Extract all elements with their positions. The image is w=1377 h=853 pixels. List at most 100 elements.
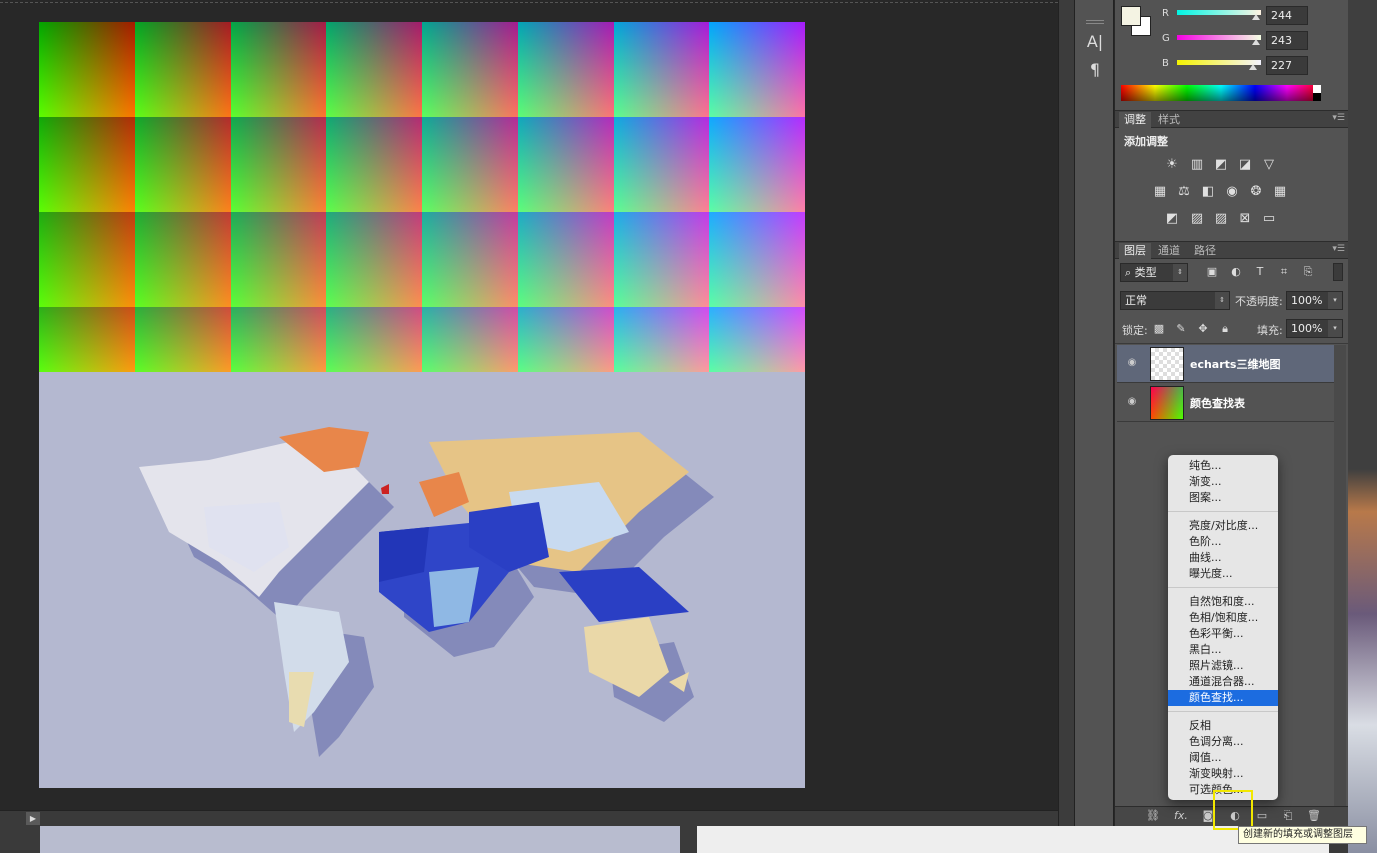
menu-item[interactable]: 照片滤镜... [1168,658,1278,674]
chevron-down-icon[interactable]: ▾ [1328,292,1342,309]
black-white-swatch[interactable] [1313,85,1321,101]
layer-row[interactable]: ◉ echarts三维地图 [1117,345,1334,383]
chevron-down-icon[interactable]: ▾ [1328,320,1342,337]
folder-icon[interactable]: ▭ [1253,809,1271,823]
lock-paint-icon[interactable]: ✎ [1174,322,1188,336]
opacity-input[interactable]: 100% ▾ [1286,291,1343,310]
menu-item[interactable]: 图案... [1168,490,1278,506]
lut-tile [422,212,518,307]
panel-menu-icon[interactable]: ▾☰ [1332,113,1345,123]
menu-item[interactable]: 曝光度... [1168,566,1278,582]
layer-thumbnail [1150,347,1184,381]
opacity-value: 100% [1291,294,1323,307]
layer-filter-select[interactable]: ⌕ 类型 ⇕ [1120,263,1188,282]
channel-mixer-icon[interactable]: ❂ [1246,184,1266,200]
foreground-color-swatch[interactable] [1121,6,1141,26]
menu-item[interactable]: 渐变... [1168,474,1278,490]
fill-input[interactable]: 100% ▾ [1286,319,1343,338]
pixel-filter-icon[interactable]: ▣ [1205,265,1219,279]
panel-menu-icon[interactable]: ▾☰ [1332,244,1345,254]
layer-row[interactable]: ◉ 颜色查找表 [1117,384,1334,422]
menu-item[interactable]: 阈值... [1168,750,1278,766]
lut-tile [517,307,614,372]
invert-icon[interactable]: ◩ [1162,211,1182,227]
tab-paths[interactable]: 路径 [1189,243,1221,259]
blend-mode-select[interactable]: 正常 ⇕ [1120,291,1230,310]
levels-icon[interactable]: ▥ [1187,157,1207,173]
menu-item[interactable]: 色阶... [1168,534,1278,550]
posterize-icon[interactable]: ▨ [1187,211,1207,227]
lock-position-icon[interactable]: ✥ [1196,322,1210,336]
color-lookup-table-image [39,22,805,372]
green-slider-thumb[interactable] [1252,39,1260,45]
green-value-input[interactable]: 243 [1266,31,1308,50]
eye-icon[interactable]: ◉ [1125,396,1139,408]
exposure-icon[interactable]: ◪ [1235,157,1255,173]
brightness-icon[interactable]: ☀ [1162,157,1182,173]
link-icon[interactable]: ⛓ [1144,809,1162,823]
type-filter-icon[interactable]: T [1253,265,1267,279]
scroll-right-icon[interactable]: ▶ [26,812,40,825]
character-panel-icon[interactable]: A| [1084,31,1106,53]
adjustments-panel-header: 调整 样式 ▾☰ [1115,110,1348,128]
menu-item[interactable]: 色调分离... [1168,734,1278,750]
lut-tile [39,22,135,117]
lock-transparent-icon[interactable]: ▩ [1152,322,1166,336]
menu-item[interactable]: 曲线... [1168,550,1278,566]
menu-item[interactable]: 通道混合器... [1168,674,1278,690]
background-map-preview [40,826,680,853]
layer-thumbnail [1150,386,1184,420]
color-balance-icon[interactable]: ⚖ [1174,184,1194,200]
blue-value-input[interactable]: 227 [1266,56,1308,75]
smart-object-filter-icon[interactable]: ⎘ [1301,265,1315,279]
menu-item[interactable]: 自然饱和度... [1168,594,1278,610]
green-slider[interactable] [1177,35,1261,40]
color-spectrum-bar[interactable] [1121,85,1321,101]
selective-color-icon[interactable]: ⊠ [1235,211,1255,227]
tab-adjustments[interactable]: 调整 [1119,112,1151,128]
menu-item[interactable]: 反相 [1168,718,1278,734]
lut-tile [39,307,135,372]
fill-label: 填充: [1257,324,1283,337]
shape-filter-icon[interactable]: ⌗ [1277,265,1291,279]
black-white-icon[interactable]: ◧ [1198,184,1218,200]
panel-divider[interactable] [1058,0,1074,826]
new-layer-icon[interactable]: ⎗ [1279,809,1297,823]
vibrance-icon[interactable]: ▽ [1259,157,1279,173]
red-value-input[interactable]: 244 [1266,6,1308,25]
threshold-icon[interactable]: ▨ [1211,211,1231,227]
curves-icon[interactable]: ◩ [1211,157,1231,173]
filter-toggle[interactable] [1333,263,1343,281]
tab-channels[interactable]: 通道 [1153,243,1185,259]
tab-layers[interactable]: 图层 [1119,243,1151,259]
background-window-white [697,826,1329,853]
lut-tile [613,307,710,372]
document-canvas[interactable] [39,22,805,788]
menu-item[interactable]: 黑白... [1168,642,1278,658]
blue-slider-thumb[interactable] [1249,64,1257,70]
menu-item[interactable]: 色相/饱和度... [1168,610,1278,626]
paragraph-panel-icon[interactable]: ¶ [1084,59,1106,81]
menu-item[interactable]: 颜色查找... [1168,690,1278,706]
red-slider[interactable] [1177,10,1261,15]
trash-icon[interactable]: 🗑︎ [1305,809,1323,823]
photo-filter-icon[interactable]: ◉ [1222,184,1242,200]
menu-item[interactable]: 亮度/对比度... [1168,518,1278,534]
color-lookup-icon[interactable]: ▦ [1270,184,1290,200]
layers-scrollbar[interactable] [1334,345,1346,825]
red-slider-thumb[interactable] [1252,14,1260,20]
lut-tile [709,307,805,372]
adjustment-filter-icon[interactable]: ◐ [1229,265,1243,279]
horizontal-scrollbar[interactable] [0,810,1058,826]
menu-item[interactable]: 纯色... [1168,458,1278,474]
tab-styles[interactable]: 样式 [1153,112,1185,128]
world-map-image [39,372,805,788]
gradient-map-icon[interactable]: ▭ [1259,211,1279,227]
lock-all-icon[interactable]: 🔒︎ [1218,322,1232,336]
hue-saturation-icon[interactable]: ▦ [1150,184,1170,200]
eye-icon[interactable]: ◉ [1125,357,1139,369]
menu-item[interactable]: 渐变映射... [1168,766,1278,782]
menu-item[interactable]: 色彩平衡... [1168,626,1278,642]
lut-tile [517,22,614,117]
fx-icon[interactable]: fx. [1172,809,1190,823]
